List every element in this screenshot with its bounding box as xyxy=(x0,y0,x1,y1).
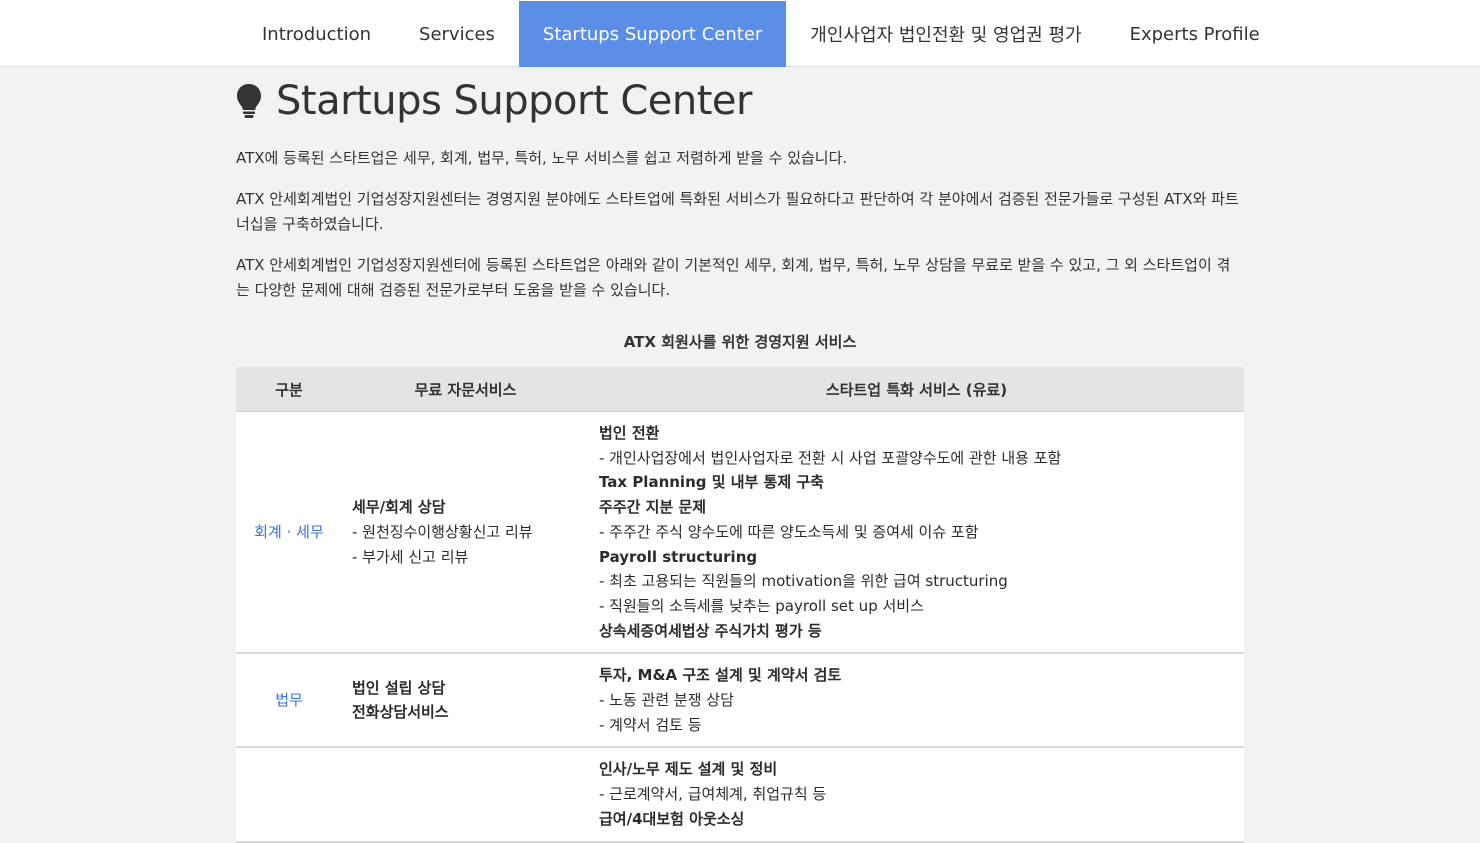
row-category xyxy=(236,747,342,843)
paid-item: 투자, M&A 구조 설계 및 계약서 검토 xyxy=(599,666,842,685)
paid-item: Tax Planning 및 내부 통제 구축 xyxy=(599,473,824,492)
header-free-service: 무료 자문서비스 xyxy=(342,367,589,412)
table-header-row: 구분 무료 자문서비스 스타트업 특화 서비스 (유료) xyxy=(236,367,1244,412)
paid-service-cell: 인사/노무 제도 설계 및 정비 - 근로계약서, 급여체계, 취업규칙 등 급… xyxy=(589,747,1244,843)
nav-item-experts-profile[interactable]: Experts Profile xyxy=(1106,1,1284,67)
free-item: - 부가세 신고 리뷰 xyxy=(352,547,469,566)
page-header: Startups Support Center xyxy=(236,76,1244,126)
top-navigation: Introduction Services Startups Support C… xyxy=(0,0,1480,67)
paid-item: 급여/4대보험 아웃소싱 xyxy=(599,809,745,828)
paid-item: Payroll structuring xyxy=(599,547,758,566)
table-caption: ATX 회원사를 위한 경영지원 서비스 xyxy=(623,333,857,351)
header-paid-service: 스타트업 특화 서비스 (유료) xyxy=(589,367,1244,412)
row-category: 법무 xyxy=(236,653,342,749)
nav-item-introduction[interactable]: Introduction xyxy=(238,1,395,67)
paid-item: 인사/노무 제도 설계 및 정비 xyxy=(599,760,778,779)
paid-item: 주주간 지분 문제 xyxy=(599,498,707,517)
free-item: 전화상담서비스 xyxy=(352,703,449,722)
paid-item: - 계약서 검토 등 xyxy=(599,715,702,734)
lightbulb-icon xyxy=(237,84,261,118)
main-content: Startups Support Center ATX에 등록된 스타트업은 세… xyxy=(236,68,1244,843)
free-service-cell: 세무/회계 상담 - 원천징수이행상황신고 리뷰 - 부가세 신고 리뷰 xyxy=(342,411,589,655)
paid-service-cell: 투자, M&A 구조 설계 및 계약서 검토 - 노동 관련 분쟁 상담 - 계… xyxy=(589,653,1244,749)
free-service-cell xyxy=(342,747,589,843)
row-category: 회계 · 세무 xyxy=(236,411,342,655)
page-title: Startups Support Center xyxy=(276,78,752,124)
header-category: 구분 xyxy=(236,367,342,412)
paid-item: - 개인사업장에서 법인사업자로 전환 시 사업 포괄양수도에 관한 내용 포함 xyxy=(599,448,1062,467)
free-item: 법인 설립 상담 xyxy=(352,678,446,697)
free-service-cell: 법인 설립 상담 전화상담서비스 xyxy=(342,653,589,749)
free-item: - 원천징수이행상황신고 리뷰 xyxy=(352,522,533,541)
paid-item: 법인 전환 xyxy=(599,424,660,442)
intro-text: ATX에 등록된 스타트업은 세무, 회계, 법무, 특허, 노무 서비스를 쉽… xyxy=(236,146,1244,303)
services-table: 구분 무료 자문서비스 스타트업 특화 서비스 (유료) 회계 · 세무 세무/… xyxy=(236,367,1244,843)
intro-paragraph: ATX 안세회계법인 기업성장지원센터에 등록된 스타트업은 아래와 같이 기본… xyxy=(236,256,1231,299)
paid-item: - 근로계약서, 급여체계, 취업규칙 등 xyxy=(599,785,827,804)
intro-paragraph: ATX에 등록된 스타트업은 세무, 회계, 법무, 특허, 노무 서비스를 쉽… xyxy=(236,149,848,167)
paid-item: - 노동 관련 분쟁 상담 xyxy=(599,691,734,710)
nav-item-startups-support-center[interactable]: Startups Support Center xyxy=(518,1,787,67)
nav-menu: Introduction Services Startups Support C… xyxy=(238,1,1284,67)
paid-item: - 주주간 주식 양수도에 따른 양도소득세 및 증여세 이슈 포함 xyxy=(599,522,979,541)
table-row: 회계 · 세무 세무/회계 상담 - 원천징수이행상황신고 리뷰 - 부가세 신… xyxy=(236,411,1244,655)
paid-item: 상속세증여세법상 주식가치 평가 등 xyxy=(599,621,822,640)
paid-service-cell: 법인 전환 - 개인사업장에서 법인사업자로 전환 시 사업 포괄양수도에 관한… xyxy=(589,411,1244,655)
nav-item-corporate-conversion[interactable]: 개인사업자 법인전환 및 영업권 평가 xyxy=(786,1,1105,67)
table-row: 법무 법인 설립 상담 전화상담서비스 투자, M&A 구조 설계 및 계약서 … xyxy=(236,653,1244,749)
paid-item: - 직원들의 소득세를 낮추는 payroll set up 서비스 xyxy=(599,596,924,615)
table-row: 인사/노무 제도 설계 및 정비 - 근로계약서, 급여체계, 취업규칙 등 급… xyxy=(236,747,1244,843)
intro-paragraph: ATX 안세회계법인 기업성장지원센터는 경영지원 분야에도 스타트업에 특화된… xyxy=(236,190,1239,233)
nav-item-services[interactable]: Services xyxy=(395,1,519,67)
paid-item: - 최초 고용되는 직원들의 motivation을 위한 급여 structu… xyxy=(599,572,1008,591)
free-item: 세무/회계 상담 xyxy=(352,498,446,517)
